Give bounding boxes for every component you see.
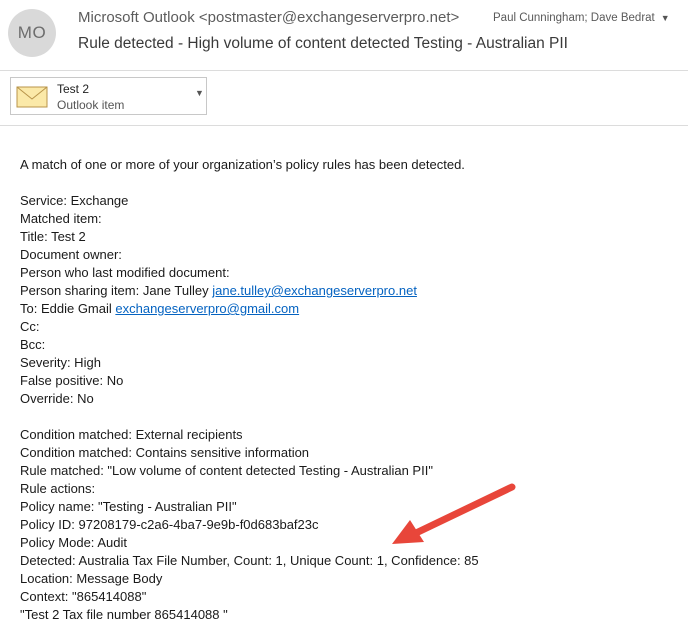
sender-address[interactable]: Microsoft Outlook <postmaster@exchangese…	[78, 9, 459, 26]
to-prefix: To: Eddie Gmail	[20, 301, 116, 316]
envelope-icon	[16, 86, 48, 108]
avatar-initials: MO	[17, 23, 47, 42]
body-last-modified: Person who last modified document:	[20, 265, 230, 280]
body-override: Override: No	[20, 391, 94, 406]
attachment-divider	[0, 125, 688, 126]
chevron-down-icon[interactable]: ▼	[661, 13, 670, 23]
header-divider	[0, 70, 688, 71]
body-rule-actions: Rule actions:	[20, 481, 96, 496]
body-to-line: To: Eddie Gmail exchangeserverpro@gmail.…	[20, 300, 680, 318]
body-matched-item: Matched item:	[20, 211, 102, 226]
body-context: Context: "865414088"	[20, 589, 147, 604]
message-body: A match of one or more of your organizat…	[20, 156, 680, 624]
body-rule-matched: Rule matched: "Low volume of content det…	[20, 463, 433, 478]
body-false-positive: False positive: No	[20, 373, 124, 388]
to-email-link[interactable]: exchangeserverpro@gmail.com	[115, 301, 299, 316]
body-policy-id: Policy ID: 97208179-c2a6-4ba7-9e9b-f0d68…	[20, 517, 319, 532]
sharing-email-link[interactable]: jane.tulley@exchangeserverpro.net	[212, 283, 417, 298]
message-header: MO Microsoft Outlook <postmaster@exchang…	[0, 0, 688, 72]
recipients-list[interactable]: Paul Cunningham; Dave Bedrat ▼	[493, 12, 670, 24]
body-policy-name: Policy name: "Testing - Australian PII"	[20, 499, 237, 514]
body-location: Location: Message Body	[20, 571, 163, 586]
body-cc: Cc:	[20, 319, 40, 334]
body-service: Service: Exchange	[20, 193, 129, 208]
body-intro: A match of one or more of your organizat…	[20, 157, 465, 172]
body-bcc: Bcc:	[20, 337, 46, 352]
body-severity: Severity: High	[20, 355, 101, 370]
sender-avatar[interactable]: MO	[8, 9, 56, 57]
body-condition-1: Condition matched: External recipients	[20, 427, 243, 442]
sharing-prefix: Person sharing item: Jane Tulley	[20, 283, 213, 298]
body-document-owner: Document owner:	[20, 247, 122, 262]
chevron-down-icon[interactable]: ▼	[195, 88, 204, 98]
attachment-name: Test 2	[57, 82, 90, 96]
body-policy-mode: Policy Mode: Audit	[20, 535, 127, 550]
message-subject: Rule detected - High volume of content d…	[78, 35, 568, 52]
attachment-type: Outlook item	[57, 98, 125, 112]
recipients-text: Paul Cunningham; Dave Bedrat	[493, 12, 655, 24]
body-title: Title: Test 2	[20, 229, 86, 244]
body-sharing-line: Person sharing item: Jane Tulley jane.tu…	[20, 282, 680, 300]
attachment-item[interactable]: Test 2 Outlook item ▼	[10, 77, 207, 115]
annotation-arrow-icon	[392, 483, 516, 544]
body-condition-2: Condition matched: Contains sensitive in…	[20, 445, 310, 460]
body-context-2: "Test 2 Tax file number 865414088 "	[20, 607, 228, 622]
body-detected: Detected: Australia Tax File Number, Cou…	[20, 553, 479, 568]
